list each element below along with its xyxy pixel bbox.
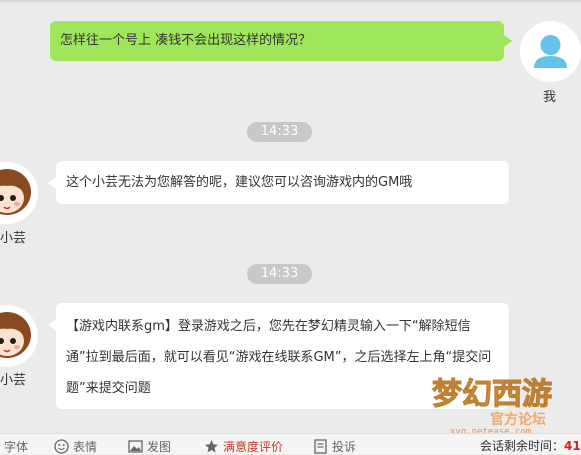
image-button[interactable]: 发图 (128, 437, 171, 455)
watermark-logo-text: 梦幻西游 (432, 377, 552, 412)
image-icon (128, 439, 143, 453)
timestamp: 14:33 (247, 122, 312, 142)
timestamp: 14:33 (247, 264, 312, 284)
agent-message-bubble: 这个小芸无法为您解答的呢，建议您可以咨询游戏内的GM哦 (48, 161, 509, 204)
agent-name: 小芸 (0, 231, 27, 246)
agent-name: 小芸 (0, 373, 27, 388)
agent-face-icon (0, 312, 31, 358)
complain-button[interactable]: 投诉 (313, 437, 356, 455)
top-divider (0, 0, 581, 2)
self-message-text: 怎样往一个号上 凑钱不会出现这样的情况？ (60, 33, 312, 48)
star-icon (205, 439, 218, 452)
smiley-icon (54, 438, 69, 454)
image-label: 发图 (147, 439, 172, 454)
font-button[interactable]: 字体 (4, 437, 28, 455)
session-value: 415 (564, 439, 581, 453)
agent-message-text: 这个小芸无法为您解答的呢，建议您可以咨询游戏内的GM哦 (66, 175, 413, 190)
watermark-sub-text: 官方论坛 (490, 411, 546, 428)
session-label: 会话剩余时间： (480, 439, 565, 453)
agent-avatar[interactable] (0, 162, 38, 224)
self-name: 我 (543, 90, 557, 105)
font-label: 字体 (4, 439, 29, 454)
complain-icon (314, 438, 327, 454)
self-avatar[interactable] (520, 21, 581, 82)
agent-avatar[interactable] (0, 305, 38, 367)
rate-label: 满意度评价 (223, 439, 284, 454)
emoji-button[interactable]: 表情 (54, 437, 97, 455)
self-message-bubble: 怎样往一个号上 凑钱不会出现这样的情况？ (50, 21, 512, 61)
session-timer: 会话剩余时间：415 (480, 437, 581, 454)
emoji-label: 表情 (73, 439, 98, 454)
watermark-logo: 梦幻西游 官方论坛 xyq.netease.com (428, 366, 581, 438)
user-icon (534, 35, 567, 68)
complain-label: 投诉 (332, 439, 357, 454)
rate-button[interactable]: 满意度评价 (204, 437, 283, 455)
chat-toolbar: 字体 表情 发图 满意度评价 投诉 会话剩余时间：415 (0, 433, 581, 454)
agent-face-icon (0, 169, 31, 215)
